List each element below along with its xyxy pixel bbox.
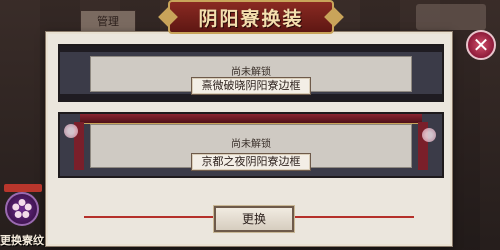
change-crest-label: 更换寮纹 — [0, 234, 44, 247]
sakura-crest-icon — [5, 192, 39, 226]
close-button[interactable]: ✕ — [466, 30, 496, 60]
torii-icon — [4, 184, 42, 192]
frame-name-label: 京都之夜阴阳寮边框 — [191, 153, 311, 171]
frame-preview: 尚未解锁 京都之夜阴阳寮边框 — [90, 124, 412, 171]
frame-card-dawn[interactable]: 尚未解锁 熹微破晓阴阳寮边框 — [58, 44, 444, 102]
frame-card-kyoto-night[interactable]: 尚未解锁 京都之夜阴阳寮边框 — [58, 112, 444, 178]
close-icon: ✕ — [472, 33, 490, 57]
title-banner: 阴阳寮换装 — [168, 0, 334, 34]
card-roof-ornament — [80, 114, 422, 124]
frame-status: 尚未解锁 — [231, 139, 271, 150]
frame-status: 尚未解锁 — [231, 67, 271, 78]
background-top-panel — [416, 4, 486, 30]
card-top-stripe — [60, 46, 442, 52]
sakura-blossom-icon — [422, 128, 436, 142]
frame-preview: 尚未解锁 熹微破晓阴阳寮边框 — [90, 56, 412, 95]
sakura-blossom-icon — [64, 124, 78, 138]
dialog-title: 阴阳寮换装 — [198, 7, 304, 30]
background-tab: 管理 — [80, 10, 136, 34]
sakura-crest-glyph — [12, 199, 32, 218]
change-button[interactable]: 更换 — [214, 206, 294, 232]
frame-name-label: 熹微破晓阴阳寮边框 — [191, 77, 311, 95]
change-crest-button[interactable]: 更换寮纹 — [0, 184, 46, 250]
